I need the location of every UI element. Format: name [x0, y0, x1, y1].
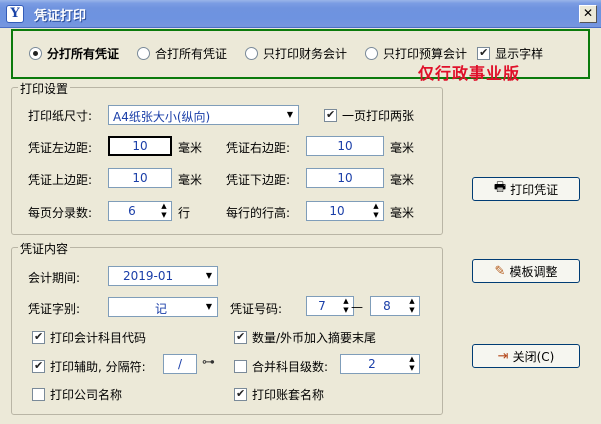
checkbox-indicator[interactable]	[32, 359, 45, 373]
checkbox-label: 一页打印两张	[342, 109, 415, 123]
printer-icon: 🖶	[493, 180, 507, 195]
unit-mm-label: 毫米	[178, 173, 203, 187]
separator-input[interactable]: /	[163, 354, 197, 374]
spin-arrows-icon[interactable]: ▲ ▼	[405, 355, 419, 373]
row-height-label: 每行的行高:	[226, 206, 291, 220]
spin-arrows-icon[interactable]: ▲ ▼	[157, 202, 171, 220]
voucher-number-from-spinner[interactable]: 7 ▲ ▼	[306, 296, 354, 316]
window-title: 凭证打印	[34, 9, 87, 24]
entries-per-page-spinner[interactable]: 6 ▲ ▼	[108, 201, 172, 221]
radio-label: 合打所有凭证	[155, 47, 228, 61]
radio-indicator[interactable]	[245, 47, 259, 60]
checkbox-label: 打印账套名称	[252, 388, 325, 402]
voucher-number-label: 凭证号码:	[230, 302, 283, 316]
edition-label: 仅行政事业版	[418, 64, 521, 83]
checkbox-label: 合并科目级数:	[252, 360, 329, 374]
top-margin-label: 凭证上边距:	[28, 173, 93, 187]
voucher-number-to-value: 8	[383, 299, 391, 313]
checkbox-indicator[interactable]	[32, 388, 45, 401]
merge-levels-value: 2	[368, 357, 376, 371]
right-margin-label: 凭证右边距:	[226, 141, 291, 155]
paper-size-select[interactable]: A4纸张大小(纵向) ▼	[108, 105, 299, 125]
voucher-word-value: 记	[155, 302, 168, 316]
chevron-down-icon[interactable]: ▼	[282, 106, 298, 124]
unit-mm-label: 毫米	[390, 141, 415, 155]
unit-mm-label: 毫米	[390, 206, 415, 220]
print-voucher-label: 打印凭证	[510, 182, 559, 197]
exit-door-icon: ⇥	[497, 348, 509, 364]
print-account-code-checkbox[interactable]: 打印会计科目代码	[32, 329, 146, 346]
app-icon: Y	[6, 5, 24, 23]
radio-indicator[interactable]	[29, 47, 42, 60]
close-window-button[interactable]: ✕	[579, 5, 597, 23]
checkbox-indicator[interactable]	[32, 330, 45, 344]
right-margin-input[interactable]: 10	[306, 136, 384, 156]
print-settings-legend: 打印设置	[18, 80, 71, 97]
checkbox-indicator[interactable]	[234, 360, 247, 373]
left-margin-input[interactable]: 10	[108, 136, 172, 156]
spin-arrows-icon[interactable]: ▲ ▼	[369, 202, 383, 220]
radio-label: 只打印财务会计	[263, 47, 348, 61]
chevron-down-icon[interactable]: ▼	[201, 298, 217, 316]
radio-label: 分打所有凭证	[47, 47, 120, 61]
period-select[interactable]: 2019-01 ▼	[108, 266, 218, 286]
checkbox-label: 打印公司名称	[50, 388, 123, 402]
voucher-content-legend: 凭证内容	[18, 240, 71, 257]
checkbox-indicator[interactable]	[234, 387, 247, 401]
chevron-down-icon[interactable]: ▼	[201, 267, 217, 285]
row-height-value: 10	[329, 204, 345, 218]
row-height-spinner[interactable]: 10 ▲ ▼	[306, 201, 384, 221]
two-per-page-checkbox[interactable]: 一页打印两张	[324, 107, 414, 124]
close-label: 关闭(C)	[512, 349, 555, 364]
radio-split-all[interactable]: 分打所有凭证	[29, 45, 119, 62]
tree-structure-icon[interactable]: ⊶	[202, 355, 215, 370]
print-voucher-button[interactable]: 🖶 打印凭证	[472, 177, 580, 201]
unit-row-label: 行	[178, 206, 191, 220]
checkbox-indicator[interactable]	[234, 330, 247, 344]
entries-per-page-value: 6	[128, 204, 136, 218]
title-bar: Y 凭证打印 ✕	[0, 0, 601, 28]
unit-mm-label: 毫米	[178, 141, 203, 155]
checkbox-label: 打印会计科目代码	[50, 331, 147, 345]
radio-indicator[interactable]	[137, 47, 151, 60]
period-value: 2019-01	[123, 269, 174, 283]
print-company-name-checkbox[interactable]: 打印公司名称	[32, 386, 122, 403]
period-label: 会计期间:	[28, 271, 81, 285]
paper-size-value: A4纸张大小(纵向)	[113, 110, 211, 124]
spin-arrows-icon[interactable]: ▲ ▼	[405, 297, 419, 315]
template-adjust-label: 模板调整	[509, 264, 558, 279]
checkbox-label: 数量/外币加入摘要末尾	[252, 331, 377, 345]
checkbox-indicator[interactable]	[477, 46, 491, 60]
bottom-margin-label: 凭证下边距:	[226, 173, 291, 187]
merge-levels-spinner[interactable]: 2 ▲ ▼	[340, 354, 420, 374]
top-margin-input[interactable]: 10	[108, 168, 172, 188]
voucher-word-label: 凭证字别:	[28, 302, 81, 316]
qty-currency-summary-checkbox[interactable]: 数量/外币加入摘要末尾	[234, 329, 376, 346]
paper-size-label: 打印纸尺寸:	[28, 109, 93, 123]
radio-indicator[interactable]	[365, 47, 379, 60]
voucher-number-to-spinner[interactable]: 8 ▲ ▼	[370, 296, 420, 316]
number-separator: —	[351, 300, 363, 314]
close-button[interactable]: ⇥ 关闭(C)	[472, 344, 580, 368]
voucher-word-select[interactable]: 记 ▼	[108, 297, 218, 317]
template-icon: ✎	[494, 263, 506, 279]
merge-levels-checkbox[interactable]: 合并科目级数:	[234, 358, 328, 375]
checkbox-label: 打印辅助, 分隔符:	[50, 360, 146, 374]
radio-merge-all[interactable]: 合打所有凭证	[137, 45, 227, 62]
radio-financial-only[interactable]: 只打印财务会计	[245, 45, 347, 62]
left-margin-label: 凭证左边距:	[28, 141, 93, 155]
bottom-margin-input[interactable]: 10	[306, 168, 384, 188]
entries-per-page-label: 每页分录数:	[28, 206, 93, 220]
unit-mm-label: 毫米	[390, 173, 415, 187]
voucher-number-from-value: 7	[318, 299, 326, 313]
print-settings-group: 打印设置 打印纸尺寸: A4纸张大小(纵向) ▼ 一页打印两张 凭证左边距: 1…	[11, 80, 443, 235]
print-auxiliary-checkbox[interactable]: 打印辅助, 分隔符:	[32, 358, 146, 375]
voucher-content-group: 凭证内容 会计期间: 2019-01 ▼ 凭证字别: 记 ▼ 凭证号码: 7 ▲…	[11, 240, 443, 415]
template-adjust-button[interactable]: ✎ 模板调整	[472, 259, 580, 283]
print-book-name-checkbox[interactable]: 打印账套名称	[234, 386, 324, 403]
checkbox-indicator[interactable]	[324, 108, 337, 122]
